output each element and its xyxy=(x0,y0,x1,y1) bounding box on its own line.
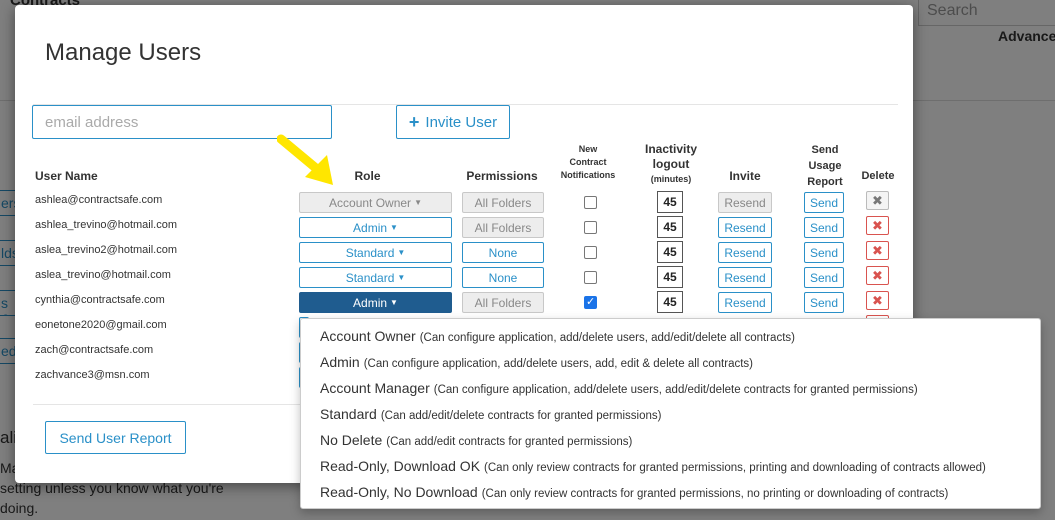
header-line: logout xyxy=(652,157,690,171)
inactivity-input[interactable]: 45 xyxy=(657,266,683,288)
user-email: eonetone2020@gmail.com xyxy=(35,319,167,331)
modal-title: Manage Users xyxy=(45,39,202,66)
notifications-checkbox[interactable] xyxy=(584,271,597,284)
caret-down-icon: ▼ xyxy=(414,198,422,207)
role-option-desc: (Can only review contracts for granted p… xyxy=(484,462,986,474)
role-option-desc: (Can only review contracts for granted p… xyxy=(481,488,949,500)
send-usage-report-button[interactable]: Send xyxy=(804,292,844,313)
header-line: (minutes) xyxy=(650,174,692,184)
role-value: Admin xyxy=(353,220,388,235)
send-usage-report-button[interactable]: Send xyxy=(804,242,844,263)
permissions-button: All Folders xyxy=(462,217,544,238)
role-option-desc: (Can configure application, add/delete u… xyxy=(419,332,795,344)
user-email: cynthia@contractsafe.com xyxy=(35,294,165,306)
delete-icon: ✖ xyxy=(866,191,889,210)
role-option-desc: (Can configure application, add/delete u… xyxy=(363,358,754,370)
role-option-standard[interactable]: Standard (Can add/edit/delete contracts f… xyxy=(301,403,1040,429)
send-usage-report-button[interactable]: Send xyxy=(804,192,844,213)
role-option-name: Account Owner xyxy=(320,328,416,344)
role-option-name: Account Manager xyxy=(320,380,430,396)
role-option-admin[interactable]: Admin (Can configure application, add/del… xyxy=(301,351,1040,377)
permissions-button[interactable]: None xyxy=(462,242,544,263)
resend-invite-button[interactable]: Resend xyxy=(718,267,772,288)
column-header-usage-report: Send Usage Report xyxy=(800,142,850,190)
delete-icon[interactable]: ✖ xyxy=(866,266,889,285)
caret-down-icon: ▼ xyxy=(390,223,398,232)
column-header-permissions: Permissions xyxy=(466,169,538,183)
notifications-checkbox[interactable] xyxy=(584,221,597,234)
role-value: Standard xyxy=(345,270,395,285)
caret-down-icon: ▼ xyxy=(397,248,406,257)
role-select: Account Owner ▼ xyxy=(299,192,452,213)
delete-icon[interactable]: ✖ xyxy=(866,241,889,260)
role-option-name: Admin xyxy=(320,354,360,370)
invite-user-button[interactable]: + Invite User xyxy=(396,105,510,139)
role-select[interactable]: Admin ▼ xyxy=(299,217,452,238)
invite-user-label: Invite User xyxy=(425,113,498,131)
role-dropdown-menu: Account Owner (Can configure application,… xyxy=(300,318,1041,509)
delete-icon[interactable]: ✖ xyxy=(866,216,889,235)
user-email: zachvance3@msn.com xyxy=(35,369,150,381)
column-header-user-name: User Name xyxy=(35,169,98,183)
column-header-invite: Invite xyxy=(729,169,761,183)
column-header-notifications: New Contract Notifications xyxy=(553,143,623,182)
role-option-no-delete[interactable]: No Delete (Can add/edit contracts for gra… xyxy=(301,429,1040,455)
notifications-checkbox[interactable] xyxy=(584,295,597,309)
role-value: Standard xyxy=(345,245,395,260)
role-option-name: Read-Only, Download OK xyxy=(320,458,481,474)
role-option-desc: (Can configure application, add/delete u… xyxy=(433,384,918,396)
role-select[interactable]: Standard ▼ xyxy=(299,267,452,288)
plus-icon: + xyxy=(408,112,420,132)
delete-icon[interactable]: ✖ xyxy=(866,291,889,310)
role-option-name: No Delete xyxy=(320,432,383,448)
header-line: Report xyxy=(807,176,843,188)
role-option-account-manager[interactable]: Account Manager (Can configure applicatio… xyxy=(301,377,1040,403)
send-user-report-button[interactable]: Send User Report xyxy=(45,421,186,454)
inactivity-input[interactable]: 45 xyxy=(657,241,683,263)
user-email: aslea_trevino@hotmail.com xyxy=(35,269,171,281)
header-line: Inactivity xyxy=(644,142,698,156)
header-line: Contract xyxy=(569,157,607,167)
permissions-button: All Folders xyxy=(462,292,544,313)
header-line: New xyxy=(578,144,598,154)
role-option-read-only-no-download[interactable]: Read-Only, No Download (Can only review c… xyxy=(301,481,1040,507)
permissions-button: All Folders xyxy=(462,192,544,213)
role-option-account-owner[interactable]: Account Owner (Can configure application,… xyxy=(301,325,1040,351)
header-line: Usage xyxy=(808,160,842,172)
column-header-inactivity: Inactivity logout (minutes) xyxy=(638,142,704,187)
header-line: Send xyxy=(811,144,839,156)
role-option-read-only-download[interactable]: Read-Only, Download OK (Can only review c… xyxy=(301,455,1040,481)
role-select[interactable]: Standard ▼ xyxy=(299,242,452,263)
resend-invite-button: Resend xyxy=(718,192,772,213)
permissions-button[interactable]: None xyxy=(462,267,544,288)
inactivity-input[interactable]: 45 xyxy=(657,191,683,213)
resend-invite-button[interactable]: Resend xyxy=(718,292,772,313)
header-line: Notifications xyxy=(560,170,616,180)
notifications-checkbox[interactable] xyxy=(584,196,597,209)
pointer-arrow-icon xyxy=(277,134,333,185)
role-value: Account Owner xyxy=(329,195,412,210)
send-usage-report-button[interactable]: Send xyxy=(804,267,844,288)
resend-invite-button[interactable]: Resend xyxy=(718,217,772,238)
send-usage-report-button[interactable]: Send xyxy=(804,217,844,238)
role-option-name: Read-Only, No Download xyxy=(320,484,478,500)
user-email: ashlea@contractsafe.com xyxy=(35,194,163,206)
user-email: ashlea_trevino@hotmail.com xyxy=(35,219,178,231)
inactivity-input[interactable]: 45 xyxy=(657,216,683,238)
user-email: zach@contractsafe.com xyxy=(35,344,154,356)
caret-down-icon: ▼ xyxy=(397,273,406,282)
notifications-checkbox[interactable] xyxy=(584,246,597,259)
role-option-name: Standard xyxy=(320,406,377,422)
caret-down-icon: ▼ xyxy=(390,298,398,307)
inactivity-input[interactable]: 45 xyxy=(657,291,683,313)
user-email: aslea_trevino2@hotmail.com xyxy=(35,244,178,256)
role-value: Admin xyxy=(353,295,388,310)
role-option-desc: (Can add/edit/delete contracts for grant… xyxy=(380,410,662,422)
column-header-delete: Delete xyxy=(861,170,895,182)
divider xyxy=(33,404,308,405)
role-select[interactable]: Admin ▼ xyxy=(299,292,452,313)
resend-invite-button[interactable]: Resend xyxy=(718,242,772,263)
role-option-desc: (Can add/edit contracts for granted perm… xyxy=(386,436,633,448)
